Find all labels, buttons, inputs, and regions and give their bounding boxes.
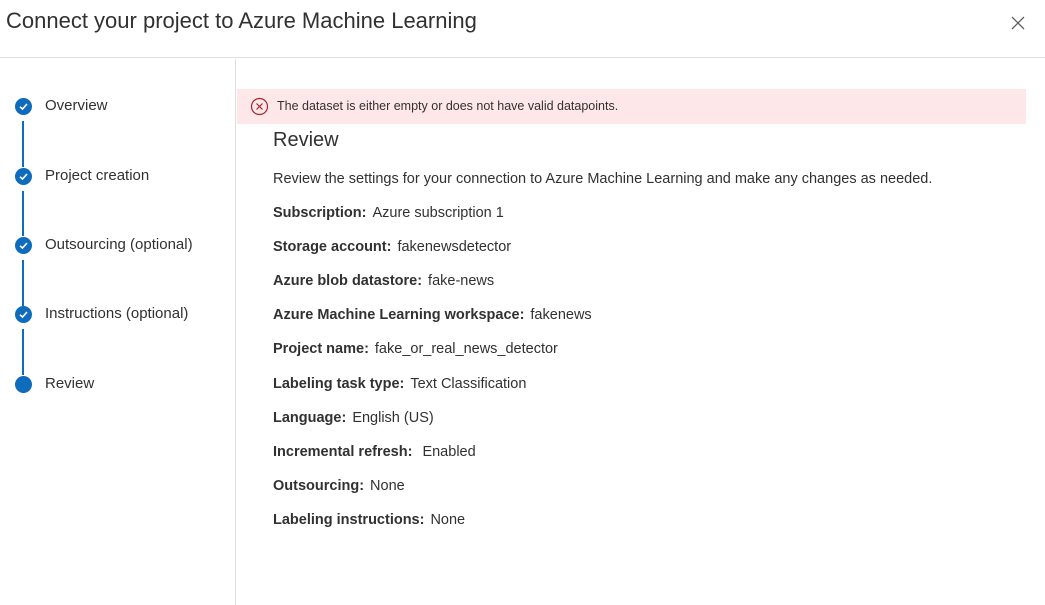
step-outsourcing[interactable]: Outsourcing (optional) — [15, 234, 230, 256]
error-circle-icon — [250, 97, 269, 116]
language-field: Language: English (US) — [273, 410, 434, 426]
field-label: Project name: — [273, 341, 369, 357]
storage-account-field: Storage account: fakenewsdetector — [273, 239, 511, 255]
wizard-steps: Overview Project creation Outsourcing (o… — [0, 59, 236, 605]
check-icon — [15, 98, 32, 115]
close-button[interactable] — [1006, 11, 1030, 35]
field-value: Enabled — [418, 444, 476, 460]
step-label: Project creation — [45, 167, 150, 184]
field-label: Language: — [273, 410, 347, 426]
field-label: Labeling instructions: — [273, 512, 425, 528]
labeling-instructions-field: Labeling instructions: None — [273, 512, 465, 528]
step-connector — [22, 191, 24, 236]
current-step-icon — [15, 376, 32, 393]
field-value: None — [430, 512, 466, 528]
field-label: Storage account: — [273, 239, 392, 255]
field-label: Incremental refresh: — [273, 444, 413, 460]
step-connector — [22, 260, 24, 306]
step-project-creation[interactable]: Project creation — [15, 165, 230, 187]
field-value: English (US) — [352, 410, 434, 426]
subscription-field: Subscription: Azure subscription 1 — [273, 205, 504, 221]
field-value: fake_or_real_news_detector — [374, 341, 558, 357]
check-icon — [15, 168, 32, 185]
task-type-field: Labeling task type: Text Classification — [273, 376, 526, 392]
close-icon — [1011, 16, 1025, 30]
dialog-header: Connect your project to Azure Machine Le… — [0, 0, 1045, 58]
error-message-text: The dataset is either empty or does not … — [277, 99, 619, 113]
step-label: Overview — [45, 97, 108, 114]
project-name-field: Project name: fake_or_real_news_detector — [273, 341, 558, 357]
field-value: None — [370, 478, 405, 494]
review-heading: Review — [273, 129, 339, 151]
step-label: Instructions (optional) — [45, 305, 189, 322]
field-value: fake-news — [428, 273, 495, 289]
check-icon — [15, 306, 32, 323]
field-value: fakenewsdetector — [397, 239, 512, 255]
field-value: Azure subscription 1 — [372, 205, 504, 221]
step-label: Review — [45, 375, 95, 392]
step-connector — [22, 329, 24, 375]
field-label: Subscription: — [273, 205, 367, 221]
step-connector — [22, 121, 24, 167]
field-label: Azure blob datastore: — [273, 273, 423, 289]
field-value: fakenews — [530, 307, 592, 323]
review-description: Review the settings for your connection … — [273, 171, 933, 187]
review-panel: The dataset is either empty or does not … — [237, 59, 1045, 605]
field-label: Outsourcing: — [273, 478, 365, 494]
step-instructions[interactable]: Instructions (optional) — [15, 303, 230, 325]
field-label: Azure Machine Learning workspace: — [273, 307, 525, 323]
step-label: Outsourcing (optional) — [45, 236, 193, 253]
field-label: Labeling task type: — [273, 376, 405, 392]
incremental-refresh-field: Incremental refresh: Enabled — [273, 444, 476, 460]
step-review[interactable]: Review — [15, 373, 230, 395]
workspace-field: Azure Machine Learning workspace: fakenew… — [273, 307, 592, 323]
error-message-bar: The dataset is either empty or does not … — [237, 89, 1026, 124]
blob-datastore-field: Azure blob datastore: fake-news — [273, 273, 494, 289]
outsourcing-field: Outsourcing: None — [273, 478, 405, 494]
dialog-title: Connect your project to Azure Machine Le… — [6, 8, 477, 33]
step-overview[interactable]: Overview — [15, 95, 230, 117]
field-value: Text Classification — [410, 376, 527, 392]
check-icon — [15, 237, 32, 254]
